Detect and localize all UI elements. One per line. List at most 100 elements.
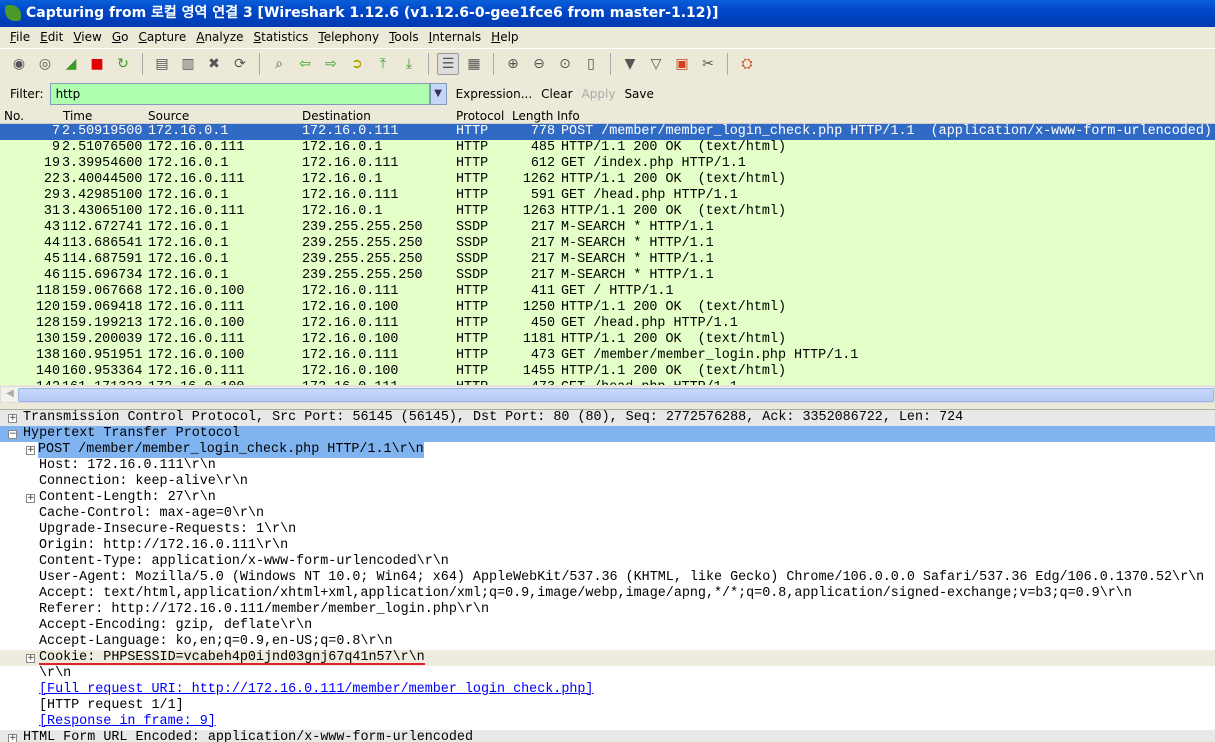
detail-line[interactable]: + POST /member/member_login_check.php HTT… bbox=[0, 442, 1215, 458]
packet-row[interactable]: 142161.171323 172.16.0.100 172.16.0.111 HTT… bbox=[0, 380, 1215, 385]
detail-line[interactable]: [Full request URI: http://172.16.0.111/m… bbox=[0, 682, 1215, 698]
menu-file[interactable]: File bbox=[6, 27, 36, 48]
menu-statistics[interactable]: Statistics bbox=[250, 27, 315, 48]
packet-row[interactable]: 138 160.951951 172.16.0.100 172.16.0.111 HTT… bbox=[0, 348, 1215, 364]
zoom-normal-icon[interactable]: ⊙ bbox=[554, 53, 576, 75]
menu-go[interactable]: Go bbox=[108, 27, 135, 48]
packet-row[interactable]: 120 159.069418 172.16.0.111 172.16.0.100 HTT… bbox=[0, 300, 1215, 316]
detail-line[interactable]: Accept-Encoding: gzip, deflate\r\n bbox=[0, 618, 1215, 634]
detail-line[interactable]: [HTTP request 1/1] bbox=[0, 698, 1215, 714]
detail-line[interactable]: User-Agent: Mozilla/5.0 (Windows NT 10.0… bbox=[0, 570, 1215, 586]
find-icon[interactable]: ⌕ bbox=[268, 53, 290, 75]
detail-line[interactable]: + HTML Form URL Encoded: application/x-ww… bbox=[0, 730, 1215, 742]
expand-icon[interactable]: + bbox=[26, 654, 35, 663]
options-icon[interactable]: ◎ bbox=[34, 53, 56, 75]
column-header-length[interactable]: Length bbox=[512, 109, 553, 123]
preferences-icon[interactable]: ✂ bbox=[697, 53, 719, 75]
collapse-icon[interactable]: − bbox=[8, 430, 17, 439]
forward-icon[interactable]: ⇨ bbox=[320, 53, 342, 75]
packet-row[interactable]: 128 159.199213 172.16.0.100 172.16.0.111 HTT… bbox=[0, 316, 1215, 332]
horizontal-scrollbar[interactable]: ◀ bbox=[0, 386, 1215, 403]
detail-line[interactable]: Referer: http://172.16.0.111/member/memb… bbox=[0, 602, 1215, 618]
menu-help[interactable]: Help bbox=[487, 27, 524, 48]
save-filter-button[interactable]: Save bbox=[624, 87, 653, 101]
packet-row[interactable]: 44 113.686541 172.16.0.1 239.255.255.250 SSD… bbox=[0, 236, 1215, 252]
stop-icon[interactable]: ■ bbox=[86, 53, 108, 75]
interfaces-icon[interactable]: ◉ bbox=[8, 53, 30, 75]
detail-line[interactable]: Cache-Control: max-age=0\r\n bbox=[0, 506, 1215, 522]
close-icon[interactable]: ✖ bbox=[203, 53, 225, 75]
restart-icon[interactable]: ↻ bbox=[112, 53, 134, 75]
expand-icon[interactable]: + bbox=[26, 446, 35, 455]
packet-row[interactable]: 19 3.39954600 172.16.0.1 172.16.0.111 HTTP 61… bbox=[0, 156, 1215, 172]
toolbar-separator bbox=[428, 53, 429, 75]
expression-button[interactable]: Expression... bbox=[456, 87, 533, 101]
filter-dropdown-button[interactable]: ▼ bbox=[429, 82, 447, 105]
filter-input[interactable]: http bbox=[49, 82, 430, 105]
colorize-icon[interactable]: ☰ bbox=[437, 53, 459, 75]
packet-row[interactable]: 118 159.067668 172.16.0.100 172.16.0.111 HTT… bbox=[0, 284, 1215, 300]
menu-telephony[interactable]: Telephony bbox=[314, 27, 385, 48]
packet-info: M-SEARCH * HTTP/1.1 bbox=[561, 252, 714, 267]
packet-row[interactable]: 43 112.672741 172.16.0.1 239.255.255.250 SSD… bbox=[0, 220, 1215, 236]
detail-line[interactable]: Content-Type: application/x-www-form-url… bbox=[0, 554, 1215, 570]
zoom-out-icon[interactable]: ⊖ bbox=[528, 53, 550, 75]
detail-line[interactable]: Host: 172.16.0.111\r\n bbox=[0, 458, 1215, 474]
packet-row[interactable]: 22 3.40044500 172.16.0.111 172.16.0.1 HTTP 12… bbox=[0, 172, 1215, 188]
column-header-destination[interactable]: Destination bbox=[302, 109, 371, 123]
menu-internals[interactable]: Internals bbox=[425, 27, 488, 48]
menu-edit[interactable]: Edit bbox=[36, 27, 69, 48]
detail-line[interactable]: Connection: keep-alive\r\n bbox=[0, 474, 1215, 490]
reload-icon[interactable]: ⟳ bbox=[229, 53, 251, 75]
detail-line[interactable]: Accept: text/html,application/xhtml+xml,… bbox=[0, 586, 1215, 602]
apply-button[interactable]: Apply bbox=[582, 87, 616, 101]
detail-line[interactable]: Accept-Language: ko,en;q=0.9,en-US;q=0.8… bbox=[0, 634, 1215, 650]
expand-icon[interactable]: + bbox=[8, 734, 17, 742]
menu-analyze[interactable]: Analyze bbox=[192, 27, 249, 48]
autoscroll-icon[interactable]: ▦ bbox=[463, 53, 485, 75]
resize-columns-icon[interactable]: ▯ bbox=[580, 53, 602, 75]
display-filters-icon[interactable]: ▽ bbox=[645, 53, 667, 75]
packet-row[interactable]: 7 2.50919500 172.16.0.1 172.16.0.111 HTTP 778… bbox=[0, 124, 1215, 140]
detail-line[interactable]: Upgrade-Insecure-Requests: 1\r\n bbox=[0, 522, 1215, 538]
packet-row[interactable]: 46 115.696734 172.16.0.1 239.255.255.250 SSD… bbox=[0, 268, 1215, 284]
detail-line[interactable]: + Content-Length: 27\r\n bbox=[0, 490, 1215, 506]
detail-line[interactable]: \r\n bbox=[0, 666, 1215, 682]
packet-row[interactable]: 9 2.51076500 172.16.0.111 172.16.0.1 HTTP 485… bbox=[0, 140, 1215, 156]
menu-capture[interactable]: Capture bbox=[134, 27, 192, 48]
menu-view[interactable]: View bbox=[69, 27, 107, 48]
packet-row[interactable]: 45 114.687591 172.16.0.1 239.255.255.250 SSD… bbox=[0, 252, 1215, 268]
detail-line[interactable]: − Hypertext Transfer Protocol bbox=[0, 426, 1215, 442]
help-icon[interactable]: ⛭ bbox=[736, 53, 758, 75]
zoom-in-icon[interactable]: ⊕ bbox=[502, 53, 524, 75]
goto-icon[interactable]: ➲ bbox=[346, 53, 368, 75]
detail-line[interactable]: [Response in frame: 9] bbox=[0, 714, 1215, 730]
clear-button[interactable]: Clear bbox=[541, 87, 572, 101]
column-header-protocol[interactable]: Protocol bbox=[456, 109, 504, 123]
start-icon[interactable]: ◢ bbox=[60, 53, 82, 75]
packet-row[interactable]: 140 160.953364 172.16.0.111 172.16.0.100 HTT… bbox=[0, 364, 1215, 380]
column-header-info[interactable]: Info bbox=[557, 109, 580, 123]
scrollbar-thumb[interactable] bbox=[18, 388, 1214, 402]
menu-tools[interactable]: Tools bbox=[385, 27, 425, 48]
coloring-rules-icon[interactable]: ▣ bbox=[671, 53, 693, 75]
packet-destination: 239.255.255.250 bbox=[302, 236, 423, 251]
save-icon[interactable]: ▥ bbox=[177, 53, 199, 75]
back-icon[interactable]: ⇦ bbox=[294, 53, 316, 75]
detail-text: Accept-Language: ko,en;q=0.9,en-US;q=0.8… bbox=[39, 634, 393, 649]
open-icon[interactable]: ▤ bbox=[151, 53, 173, 75]
packet-row[interactable]: 29 3.42985100 172.16.0.1 172.16.0.111 HTTP 59… bbox=[0, 188, 1215, 204]
detail-line[interactable]: Origin: http://172.16.0.111\r\n bbox=[0, 538, 1215, 554]
expand-icon[interactable]: + bbox=[26, 494, 35, 503]
column-header-no[interactable]: No. bbox=[4, 109, 24, 123]
first-icon[interactable]: ⤒ bbox=[372, 53, 394, 75]
packet-row[interactable]: 31 3.43065100 172.16.0.111 172.16.0.1 HTTP 12… bbox=[0, 204, 1215, 220]
last-icon[interactable]: ⤓ bbox=[398, 53, 420, 75]
expand-icon[interactable]: + bbox=[8, 414, 17, 423]
scroll-left-icon[interactable]: ◀ bbox=[3, 388, 17, 402]
detail-line[interactable]: + Transmission Control Protocol, Src Port… bbox=[0, 410, 1215, 426]
column-header-time[interactable]: Time bbox=[63, 109, 92, 123]
packet-row[interactable]: 130 159.200039 172.16.0.111 172.16.0.100 HTT… bbox=[0, 332, 1215, 348]
column-header-source[interactable]: Source bbox=[148, 109, 189, 123]
capture-filters-icon[interactable]: ▼ bbox=[619, 53, 641, 75]
